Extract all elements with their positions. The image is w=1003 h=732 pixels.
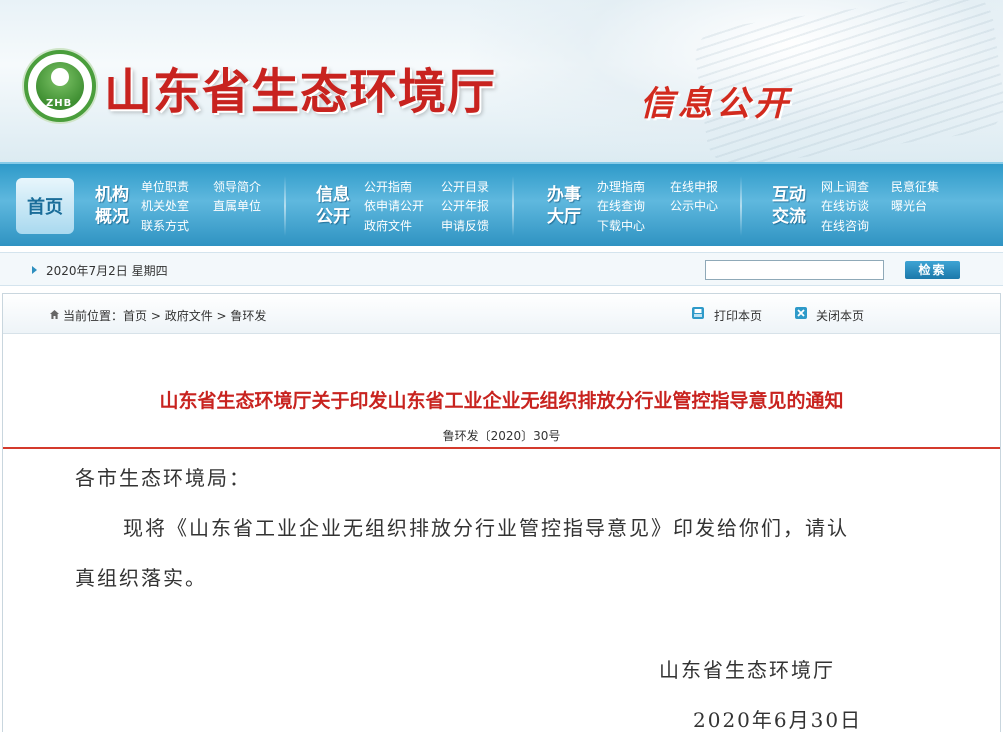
salutation: 各市生态环境局： xyxy=(75,466,251,490)
nav-link-consult[interactable]: 在线咨询 xyxy=(821,219,869,233)
nav-link-publicity[interactable]: 公示中心 xyxy=(670,199,718,213)
nav-link-downloads[interactable]: 下载中心 xyxy=(597,219,645,233)
nav-group-title[interactable]: 信息 公开 xyxy=(311,184,355,228)
nav-separator xyxy=(740,176,742,236)
nav-separator xyxy=(512,176,514,236)
search-input[interactable] xyxy=(705,260,884,280)
nav-link-survey[interactable]: 网上调查 xyxy=(821,180,869,194)
header-banner: ZHB 山东省生态环境厅 信息公开 xyxy=(0,0,1003,162)
nav-link-apply[interactable]: 依申请公开 xyxy=(364,199,424,213)
home-icon xyxy=(50,310,59,319)
content-frame: 当前位置：首页 > 政府文件 > 鲁环发 打印本页 关闭本页 山东省生态环境厅关… xyxy=(2,293,1001,732)
nav-link-leaders[interactable]: 领导简介 xyxy=(213,180,261,194)
arrow-right-icon xyxy=(32,266,37,274)
print-page-button[interactable]: 打印本页 xyxy=(714,307,762,324)
site-title: 山东省生态环境厅 xyxy=(104,64,497,120)
nav-link-online-declare[interactable]: 在线申报 xyxy=(670,180,718,194)
main-nav: 首页 机构 概况 单位职责 领导简介 机关处室 直属单位 联系方式 信息 公开 … xyxy=(0,162,1003,246)
nav-link-departments[interactable]: 机关处室 xyxy=(141,199,189,213)
date-search-bar: 2020年7月2日 星期四 检索 xyxy=(0,252,1003,286)
logo-sun-icon xyxy=(51,68,69,86)
nav-link-affiliates[interactable]: 直属单位 xyxy=(213,199,261,213)
site-logo[interactable]: ZHB xyxy=(24,50,96,122)
nav-group-title[interactable]: 机构 概况 xyxy=(90,184,134,228)
breadcrumb-label: 当前位置： xyxy=(63,309,124,323)
nav-link-gov-docs[interactable]: 政府文件 xyxy=(364,219,412,233)
breadcrumb-separator: > xyxy=(212,309,231,323)
breadcrumb-gov-docs[interactable]: 政府文件 xyxy=(165,309,213,323)
nav-link-contact[interactable]: 联系方式 xyxy=(141,219,189,233)
signature-org: 山东省生态环境厅 xyxy=(659,658,835,682)
close-page-button[interactable]: 关闭本页 xyxy=(816,307,864,324)
nav-link-catalog[interactable]: 公开目录 xyxy=(441,180,489,194)
logo-text: ZHB xyxy=(46,98,73,109)
print-icon[interactable] xyxy=(691,306,705,320)
body-paragraph-line2: 真组织落实。 xyxy=(75,566,207,590)
nav-link-interview[interactable]: 在线访谈 xyxy=(821,199,869,213)
nav-link-guide[interactable]: 公开指南 xyxy=(364,180,412,194)
breadcrumb-bar: 当前位置：首页 > 政府文件 > 鲁环发 打印本页 关闭本页 xyxy=(3,294,1000,334)
section-title: 信息公开 xyxy=(640,84,792,124)
close-icon[interactable] xyxy=(794,306,808,320)
nav-link-annual-report[interactable]: 公开年报 xyxy=(441,199,489,213)
breadcrumb-separator: > xyxy=(147,309,165,323)
search-button[interactable]: 检索 xyxy=(905,261,960,279)
nav-group-title[interactable]: 互动 交流 xyxy=(767,184,811,228)
breadcrumb-current[interactable]: 鲁环发 xyxy=(230,309,266,323)
nav-link-feedback[interactable]: 申请反馈 xyxy=(441,219,489,233)
article-title: 山东省生态环境厅关于印发山东省工业企业无组织排放分行业管控指导意见的通知 xyxy=(159,390,844,412)
nav-group-title[interactable]: 办事 大厅 xyxy=(542,184,586,228)
signature-date: 2020年6月30日 xyxy=(693,708,863,732)
nav-link-handling-guide[interactable]: 办理指南 xyxy=(597,180,645,194)
title-divider xyxy=(3,447,1000,449)
breadcrumb-home[interactable]: 首页 xyxy=(123,309,147,323)
nav-separator xyxy=(284,176,286,236)
nav-link-opinion[interactable]: 民意征集 xyxy=(891,180,939,194)
body-paragraph-line1: 现将《山东省工业企业无组织排放分行业管控指导意见》印发给你们，请认 xyxy=(123,516,849,540)
nav-link-exposure[interactable]: 曝光台 xyxy=(891,199,927,213)
breadcrumb: 当前位置：首页 > 政府文件 > 鲁环发 xyxy=(63,307,266,324)
nav-link-online-query[interactable]: 在线查询 xyxy=(597,199,645,213)
current-date: 2020年7月2日 星期四 xyxy=(46,264,168,278)
document-number: 鲁环发〔2020〕30号 xyxy=(442,429,561,443)
nav-link-duties[interactable]: 单位职责 xyxy=(141,180,189,194)
nav-home-button[interactable]: 首页 xyxy=(16,178,74,234)
